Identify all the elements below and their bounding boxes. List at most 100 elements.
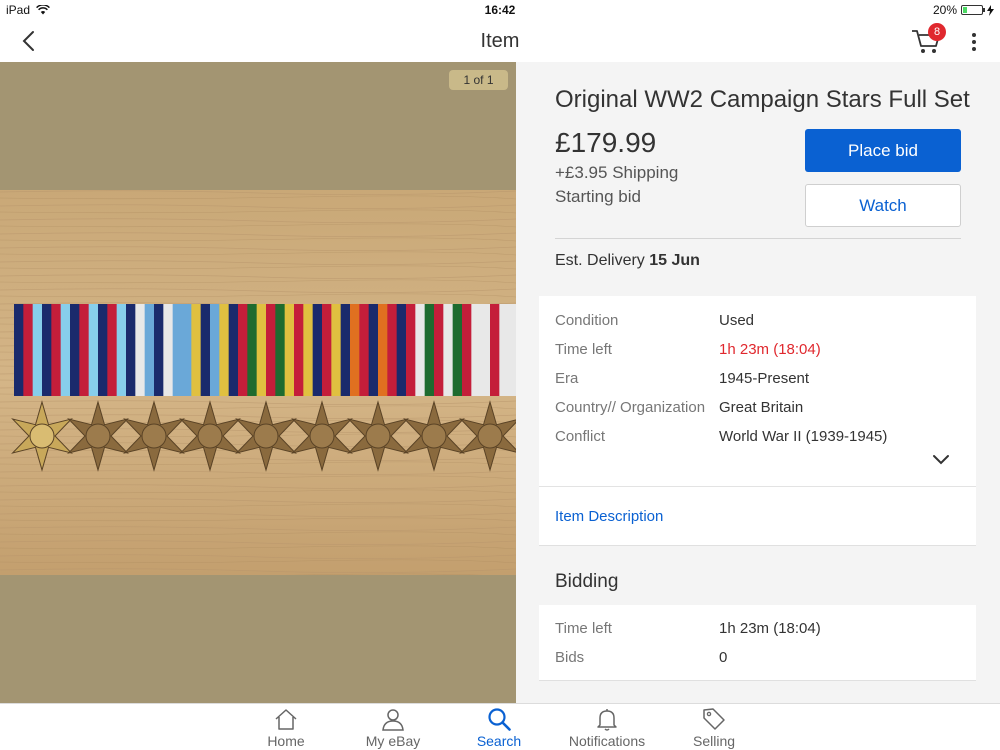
ribbon-stripe	[266, 304, 276, 396]
status-bar: iPad 16:42 20%	[0, 0, 1000, 20]
tab-notifications[interactable]: Notifications	[562, 704, 652, 750]
ribbon-stripe	[256, 304, 267, 396]
nav-bar: Item 8	[0, 20, 1000, 62]
cart-count-badge: 8	[928, 23, 946, 41]
back-chevron-icon[interactable]	[16, 28, 42, 54]
item-description-link[interactable]: Item Description	[555, 508, 663, 525]
tab-label: Search	[476, 733, 522, 749]
charging-icon	[987, 4, 994, 16]
place-bid-button[interactable]: Place bid	[805, 129, 961, 172]
tag-icon	[703, 708, 725, 730]
ribbon-stripe	[443, 304, 454, 396]
ribbon-stripe	[424, 304, 435, 396]
tab-home[interactable]: Home	[250, 704, 322, 750]
ribbon-stripe	[163, 304, 174, 396]
ribbon-stripe	[247, 304, 258, 396]
delivery-label: Est. Delivery	[555, 252, 645, 269]
medal-center	[85, 423, 111, 449]
ribbon-stripe	[284, 304, 295, 396]
tab-my-ebay[interactable]: My eBay	[355, 704, 431, 750]
ribbon-stripe	[368, 304, 379, 396]
ribbon-stripe	[200, 304, 211, 396]
ribbon-stripe	[126, 304, 136, 396]
ribbon-stripe	[452, 304, 463, 396]
ribbon-stripe	[480, 304, 491, 396]
spec-value: Great Britain	[719, 399, 804, 416]
spec-key: Conflict	[555, 428, 606, 445]
spec-value: World War II (1939-1945)	[719, 428, 888, 445]
home-icon	[275, 709, 297, 730]
ribbon-stripe	[471, 304, 482, 396]
ribbon-stripe	[107, 304, 118, 396]
bidding-card: Time left 1h 23m (18:04) Bids 0	[539, 605, 976, 681]
medal-center	[141, 423, 167, 449]
ribbon-stripe	[154, 304, 164, 396]
tab-bar: Home My eBay Search Notifications Sellin…	[0, 703, 1000, 750]
ribbon-stripe	[182, 304, 192, 396]
ribbon-stripe	[396, 304, 407, 396]
page-title: Item	[480, 30, 520, 52]
delivery-date: 15 Jun	[649, 252, 700, 269]
ribbon-stripe	[387, 304, 398, 396]
more-vertical-icon[interactable]	[965, 30, 983, 54]
item-photo-medals[interactable]	[0, 62, 516, 703]
medal-center	[29, 423, 55, 449]
ribbon-stripe	[219, 304, 230, 396]
price-type: Starting bid	[555, 187, 641, 206]
spec-value: 1h 23m (18:04)	[719, 341, 821, 358]
item-specifics-card: Condition Used Time left 1h 23m (18:04) …	[539, 296, 976, 546]
spec-key: Time left	[555, 341, 612, 358]
bell-icon	[597, 709, 617, 731]
ribbon-stripe	[294, 304, 304, 396]
ribbon-stripe	[135, 304, 146, 396]
divider	[555, 238, 961, 239]
bidding-value: 1h 23m (18:04)	[719, 620, 821, 637]
battery-percentage: 20%	[932, 3, 957, 17]
ribbon-stripe	[98, 304, 108, 396]
ribbon-stripe	[303, 304, 314, 396]
spec-key: Era	[555, 370, 579, 387]
ribbon-stripe	[60, 304, 71, 396]
search-icon	[488, 708, 511, 731]
watch-button[interactable]: Watch	[805, 184, 961, 227]
ribbon-stripe	[228, 304, 239, 396]
ribbon-stripe	[191, 304, 202, 396]
tab-search[interactable]: Search	[463, 704, 535, 750]
ribbon-stripe	[79, 304, 90, 396]
spec-value: Used	[719, 312, 755, 329]
chevron-down-icon[interactable]	[931, 452, 951, 466]
medal-center	[253, 423, 279, 449]
ribbon-stripe	[359, 304, 370, 396]
spec-value: 1945-Present	[719, 370, 810, 387]
bidding-key: Bids	[555, 649, 585, 666]
ribbon-stripe	[275, 304, 286, 396]
ribbon-stripe	[322, 304, 332, 396]
ribbon-stripe	[23, 304, 34, 396]
bidding-key: Time left	[555, 620, 612, 637]
ribbon-stripe	[499, 304, 510, 396]
battery-icon	[961, 5, 985, 15]
medal-center	[421, 423, 447, 449]
spec-key: Condition	[555, 312, 619, 329]
person-icon	[382, 709, 404, 731]
item-price: £179.99	[555, 127, 657, 158]
ribbon-stripe	[312, 304, 323, 396]
ribbon-stripe	[415, 304, 426, 396]
ribbon-stripe	[434, 304, 444, 396]
ribbon-stripe	[238, 304, 248, 396]
tab-label: Notifications	[568, 733, 646, 749]
ribbon-stripe	[508, 304, 516, 396]
ribbon-stripe	[70, 304, 80, 396]
clock: 16:42	[484, 3, 516, 17]
ribbon-stripe	[88, 304, 99, 396]
item-image-gallery[interactable]: 1 of 1	[0, 62, 516, 703]
tab-selling[interactable]: Selling	[678, 704, 750, 750]
bidding-heading: Bidding	[555, 571, 619, 592]
ribbon-stripe	[14, 304, 24, 396]
ribbon-stripe	[406, 304, 416, 396]
tab-label: Selling	[692, 733, 736, 749]
ribbon-stripe	[116, 304, 127, 396]
tab-label: My eBay	[365, 733, 421, 749]
divider	[539, 486, 976, 487]
ribbon-stripe	[490, 304, 500, 396]
